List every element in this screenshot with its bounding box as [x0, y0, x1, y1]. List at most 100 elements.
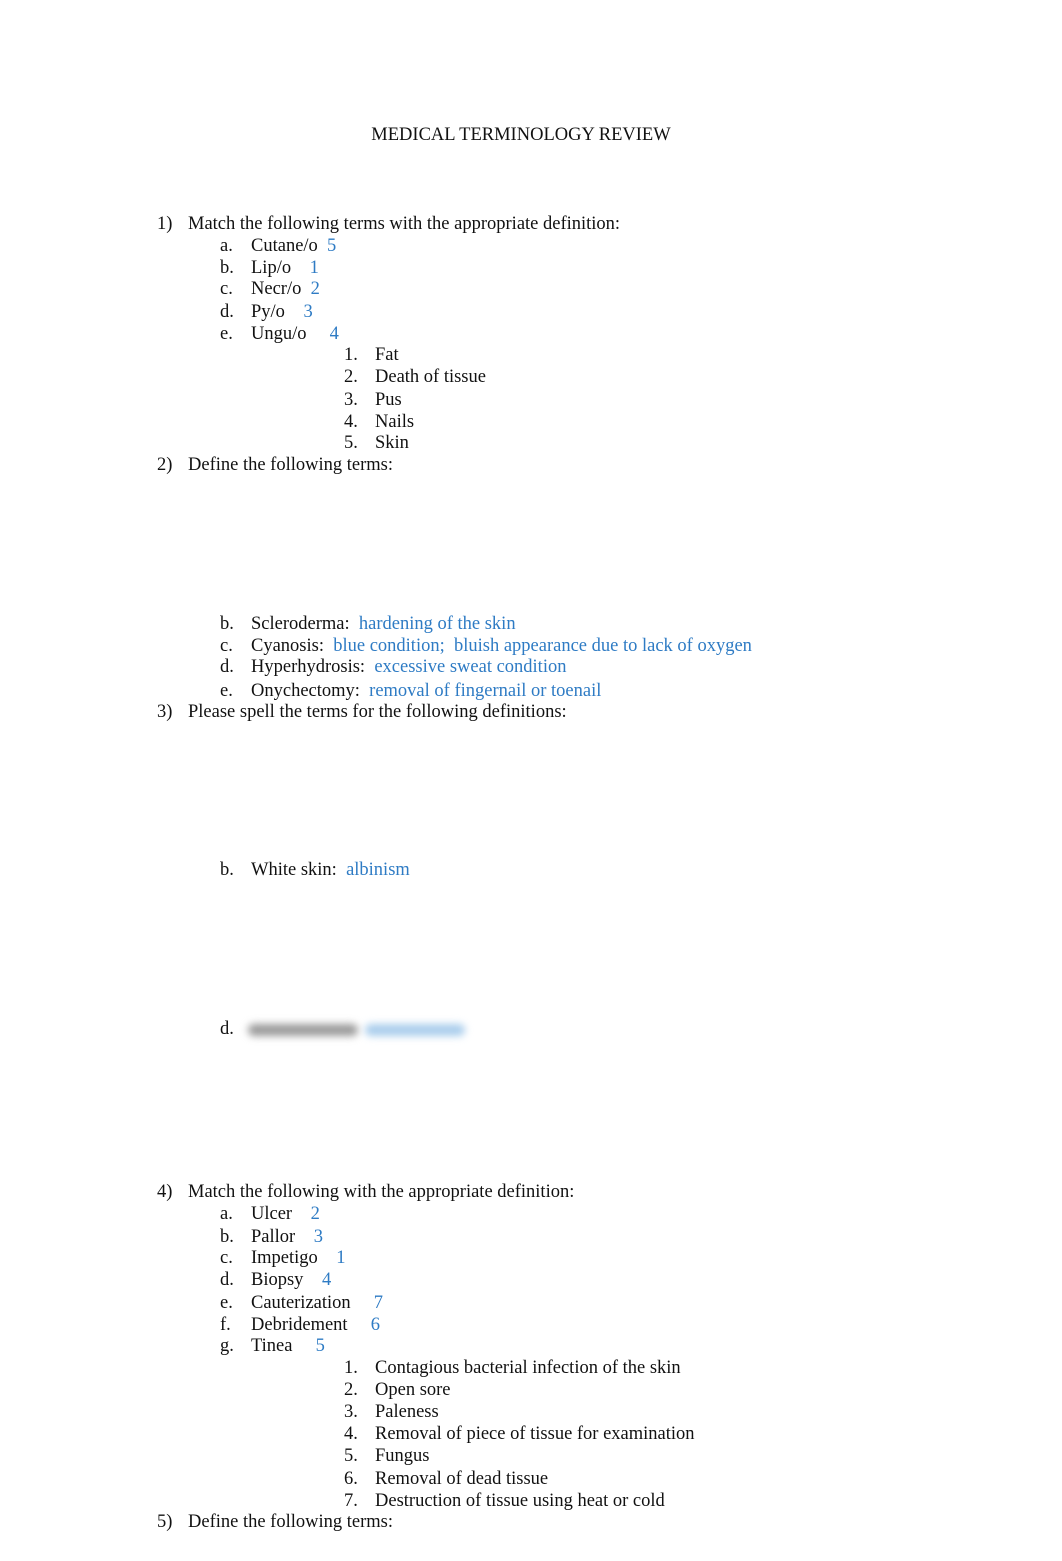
term-text: White skin: [251, 860, 337, 880]
list-item: d. Hyperhydrosis: excessive sweat condit… [0, 656, 1062, 678]
answer-text: 5 [315, 1336, 325, 1356]
question-number: 3) [157, 702, 173, 722]
question-4: 4) Match the following with the appropri… [0, 1181, 1062, 1203]
term-text: Ulcer [251, 1204, 293, 1224]
list-item: c. Necr/o 2 [0, 278, 1062, 300]
item-letter: d. [220, 1270, 234, 1290]
term-text: Cutane/o [251, 236, 318, 256]
definition-number: 4. [344, 1424, 358, 1444]
answer-text: 6 [370, 1315, 380, 1335]
term-text: Py/o [251, 302, 285, 322]
term-text: Cauterization [251, 1293, 351, 1313]
definition-text: Fat [375, 345, 399, 365]
item-term: Impetigo 1 [251, 1247, 346, 1269]
answer-text: 3 [303, 302, 313, 322]
item-term: Onychectomy: removal of fingernail or to… [251, 680, 601, 702]
definition-text: Contagious bacterial infection of the sk… [375, 1358, 681, 1378]
definition-item: 3. Paleness [0, 1401, 1062, 1423]
list-item: f. Debridement 6 [0, 1314, 1062, 1336]
definition-item: 5. Fungus [0, 1445, 1062, 1467]
list-item: e. Onychectomy: removal of fingernail or… [0, 680, 1062, 702]
list-item: d. Biopsy 4 [0, 1269, 1062, 1291]
item-letter: a. [220, 236, 233, 256]
item-term: Cyanosis: blue condition; bluish appeara… [251, 635, 752, 657]
item-term: Debridement 6 [251, 1314, 380, 1336]
answer-text: 5 [327, 236, 337, 256]
list-item-redacted: d. [0, 1018, 1062, 1040]
list-item: b. White skin: albinism [0, 859, 1062, 881]
answer-text: removal of fingernail or toenail [369, 681, 602, 701]
item-term: Lip/o 1 [251, 257, 319, 279]
definition-item: 1. Contagious bacterial infection of the… [0, 1357, 1062, 1379]
answer-text: 2 [310, 279, 320, 299]
term-text: Cyanosis: [251, 636, 324, 656]
item-letter: e. [220, 681, 233, 701]
list-item: b. Scleroderma: hardening of the skin [0, 613, 1062, 635]
term-text: Pallor [251, 1227, 296, 1247]
definition-number: 2. [344, 1380, 358, 1400]
term-text: Debridement [251, 1315, 348, 1335]
item-letter: d. [220, 1019, 234, 1039]
definition-text: Nails [375, 412, 415, 432]
definition-item: 1. Fat [0, 344, 1062, 366]
list-item: d. Py/o 3 [0, 301, 1062, 323]
definition-text: Destruction of tissue using heat or cold [375, 1491, 665, 1511]
answer-text: 2 [310, 1204, 320, 1224]
term-text: Onychectomy: [251, 681, 360, 701]
question-5: 5) Define the following terms: [0, 1511, 1062, 1533]
definition-text: Removal of dead tissue [375, 1469, 549, 1489]
answer-text: 1 [336, 1248, 346, 1268]
term-text: Necr/o [251, 279, 302, 299]
item-letter: c. [220, 279, 233, 299]
term-text: Scleroderma: [251, 614, 350, 634]
answer-text: 1 [309, 258, 319, 278]
definition-item: 6. Removal of dead tissue [0, 1468, 1062, 1490]
question-1: 1) Match the following terms with the ap… [0, 213, 1062, 235]
item-term: Py/o 3 [251, 301, 313, 323]
item-term: Ungu/o 4 [251, 323, 339, 345]
question-number: 5) [157, 1512, 173, 1532]
definition-number: 7. [344, 1491, 358, 1511]
definition-text: Removal of piece of tissue for examinati… [375, 1424, 695, 1444]
definition-item: 2. Death of tissue [0, 366, 1062, 388]
definition-text: Open sore [375, 1380, 451, 1400]
definition-item: 5. Skin [0, 432, 1062, 454]
answer-text: 4 [329, 324, 339, 344]
item-letter: e. [220, 324, 233, 344]
item-letter: b. [220, 614, 234, 634]
definition-number: 5. [344, 1446, 358, 1466]
definition-number: 3. [344, 390, 358, 410]
definition-text: Death of tissue [375, 367, 486, 387]
definition-text: Paleness [375, 1402, 439, 1422]
question-prompt: Match the following with the appropriate… [188, 1182, 575, 1202]
item-letter: g. [220, 1336, 234, 1356]
document-title: MEDICAL TERMINOLOGY REVIEW [371, 125, 671, 145]
item-term: Tinea 5 [251, 1335, 325, 1357]
definition-text: Skin [375, 433, 409, 453]
list-item: c. Cyanosis: blue condition; bluish appe… [0, 635, 1062, 657]
redacted-answer [365, 1024, 465, 1036]
definition-item: 7. Destruction of tissue using heat or c… [0, 1490, 1062, 1512]
item-term: Hyperhydrosis: excessive sweat condition [251, 656, 566, 678]
list-item: e. Cauterization 7 [0, 1292, 1062, 1314]
answer-text: albinism [346, 860, 410, 880]
document-page: MEDICAL TERMINOLOGY REVIEW 1) Match the … [0, 0, 1062, 1561]
definition-number: 1. [344, 345, 358, 365]
item-term: Biopsy 4 [251, 1269, 331, 1291]
list-item: a. Cutane/o 5 [0, 235, 1062, 257]
question-prompt: Please spell the terms for the following… [188, 702, 567, 722]
item-term: Cauterization 7 [251, 1292, 383, 1314]
term-text: Hyperhydrosis: [251, 657, 366, 677]
definition-number: 6. [344, 1469, 358, 1489]
definition-item: 3. Pus [0, 389, 1062, 411]
question-prompt: Define the following terms: [188, 1512, 393, 1532]
item-letter: b. [220, 860, 234, 880]
redacted-term [248, 1024, 358, 1036]
definition-number: 4. [344, 412, 358, 432]
list-item: b. Lip/o 1 [0, 257, 1062, 279]
answer-text: 4 [321, 1270, 332, 1290]
term-text: Impetigo [251, 1248, 318, 1268]
definition-item: 2. Open sore [0, 1379, 1062, 1401]
item-letter: d. [220, 302, 234, 322]
question-2: 2) Define the following terms: [0, 454, 1062, 476]
